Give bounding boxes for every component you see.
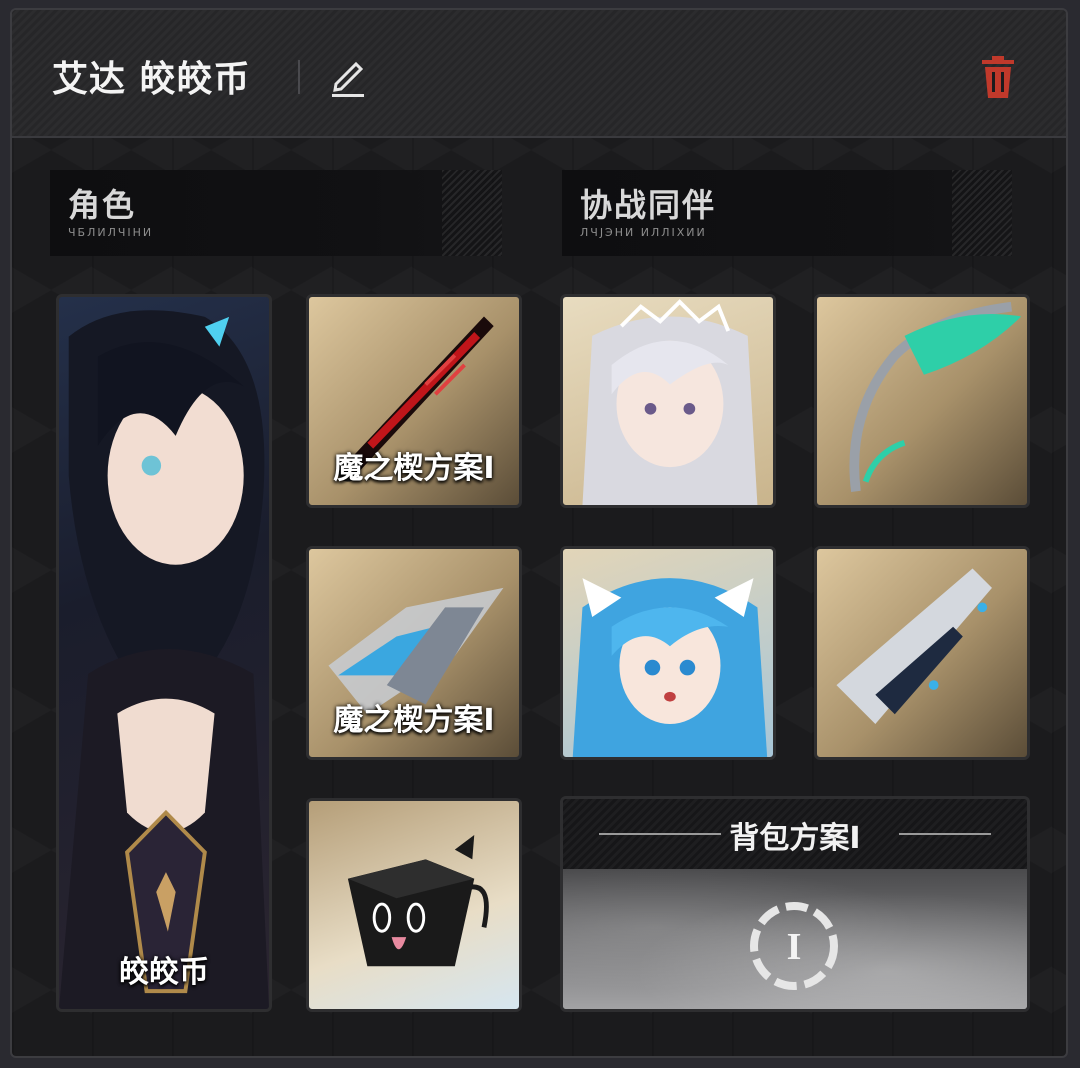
title-divider — [298, 60, 300, 94]
panel-header: 艾达 皎皎币 — [12, 10, 1066, 138]
loadout-title[interactable]: 艾达 皎皎币 — [52, 50, 251, 102]
partners-section-header: 协战同伴 ЛЧЈЭНИ ИЛЛІХИИ — [562, 170, 1012, 256]
partner-weapon-card-2[interactable] — [814, 546, 1030, 760]
character-name: 皎皎币 — [119, 955, 209, 990]
partner-weapon-card-1[interactable] — [814, 294, 1030, 508]
partners-section-sublabel: ЛЧЈЭНИ ИЛЛІХИИ — [580, 226, 707, 239]
character-section-sublabel: ЧБЛИЛЧІНИ — [68, 226, 154, 239]
character-card[interactable]: 皎皎币 — [56, 294, 272, 1012]
backpack-slot-icon: I — [750, 902, 838, 990]
partner-1-portrait — [582, 299, 758, 505]
backpack-plan-card[interactable]: 背包方案Ⅰ I — [560, 796, 1030, 1012]
weapon-2-label: 魔之楔方案Ⅰ — [333, 703, 495, 738]
loadout-panel: 艾达 皎皎币 角色 ЧБЛИЛЧІНИ 协战同伴 ЛЧЈЭНИ ИЛЛІХИИ — [10, 8, 1068, 1058]
character-section-label: 角色 — [68, 186, 137, 224]
scythe-icon — [849, 301, 1022, 492]
partner-card-2[interactable] — [560, 546, 776, 760]
character-portrait — [59, 310, 269, 1009]
backpack-title: 背包方案Ⅰ — [729, 821, 861, 856]
partners-section-label: 协战同伴 — [580, 186, 717, 224]
delete-icon[interactable] — [978, 54, 1018, 100]
partner-card-1[interactable] — [560, 294, 776, 508]
weapon-card-1[interactable]: 魔之楔方案Ⅰ — [306, 294, 522, 508]
character-section-header: 角色 ЧБЛИЛЧІНИ — [50, 170, 502, 256]
weapon-card-2[interactable]: 魔之楔方案Ⅰ — [306, 546, 522, 760]
backpack-slot-numeral: I — [787, 926, 802, 968]
box-pet-icon — [347, 835, 489, 967]
pet-card[interactable] — [306, 798, 522, 1012]
edit-icon[interactable] — [328, 54, 368, 98]
partner-2-portrait — [572, 578, 768, 757]
weapon-1-label: 魔之楔方案Ⅰ — [333, 451, 495, 486]
crossbow-icon — [836, 568, 992, 724]
